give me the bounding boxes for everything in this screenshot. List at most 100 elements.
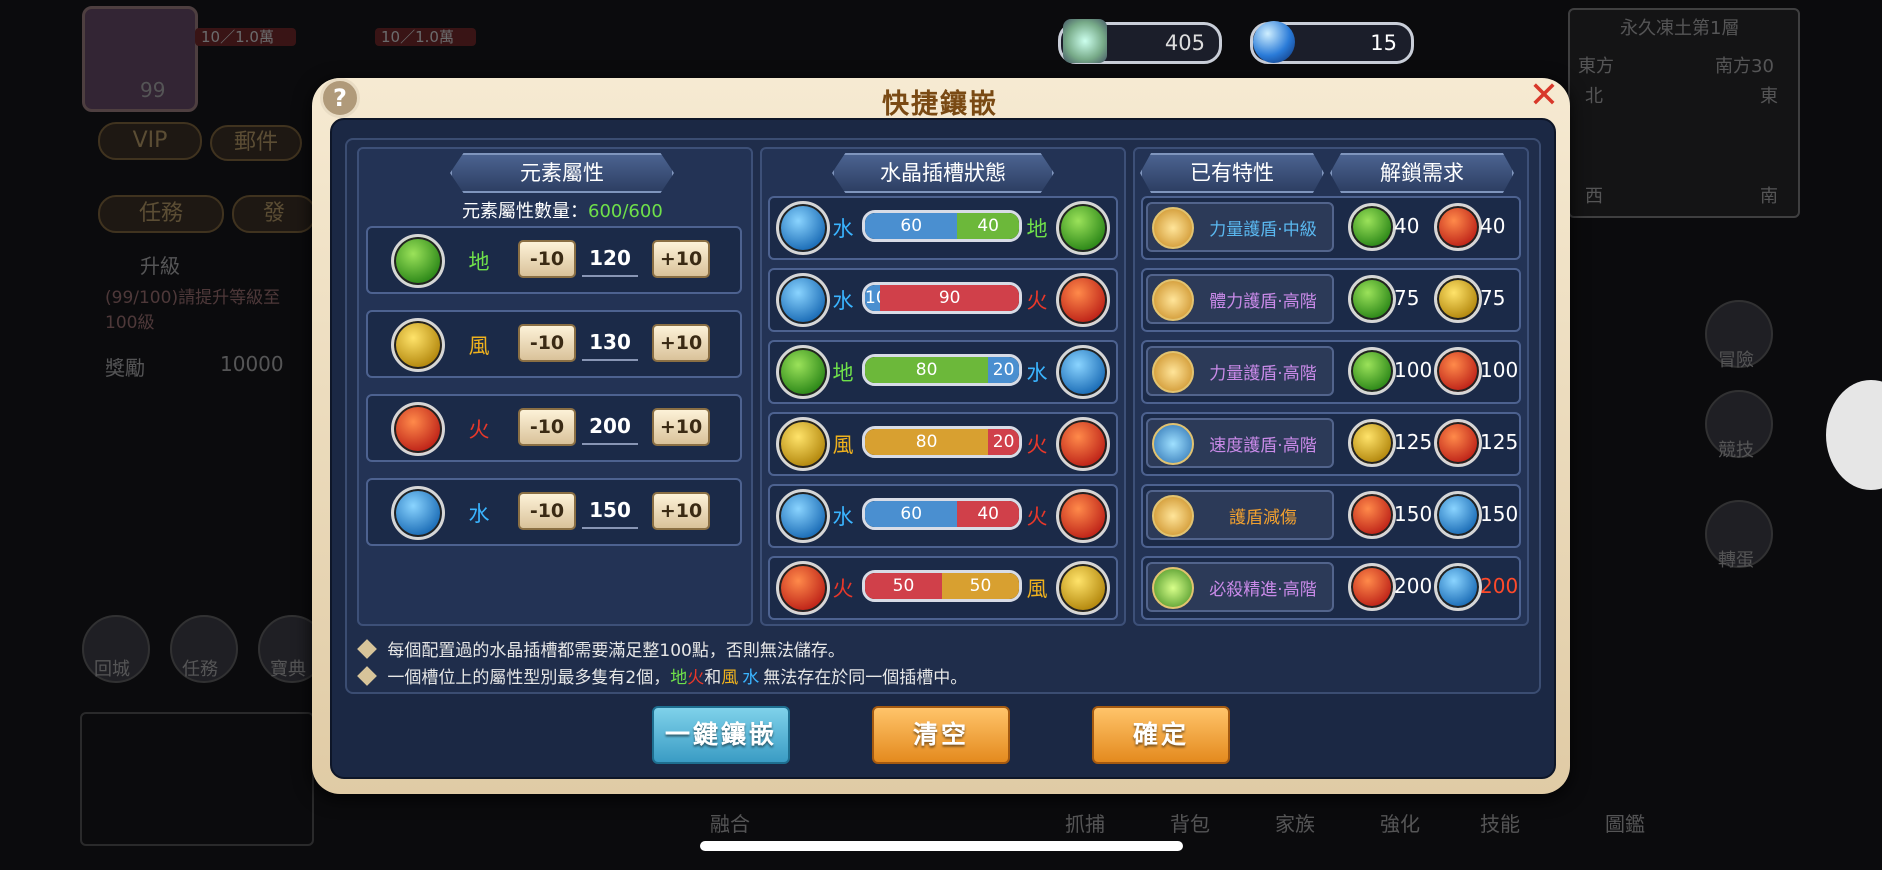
chat-box[interactable] bbox=[80, 712, 314, 846]
close-button[interactable]: ✕ bbox=[1528, 78, 1560, 114]
slot-right-label: 水 bbox=[1026, 361, 1048, 385]
confirm-button[interactable]: 確定 bbox=[1092, 706, 1230, 764]
slot-left-value: 10 bbox=[865, 285, 881, 311]
earth-element-icon bbox=[1348, 347, 1396, 395]
codex-label: 寶典 bbox=[270, 659, 306, 680]
minus-10-button[interactable]: -10 bbox=[518, 324, 576, 362]
fist-shield-icon bbox=[1152, 207, 1194, 249]
family-label[interactable]: 家族 bbox=[1275, 808, 1315, 837]
map-direction: 東方 bbox=[1578, 56, 1614, 77]
adventure-label: 冒險 bbox=[1718, 350, 1754, 371]
note-line-2: 一個槽位上的屬性型別最多隻有2個，地火和風水無法存在於同一個插槽中。 bbox=[357, 663, 968, 688]
fire-element-icon bbox=[1348, 491, 1396, 539]
earth-element-icon bbox=[776, 345, 830, 399]
requirement-value: 200 bbox=[1480, 574, 1519, 598]
earth-element-icon bbox=[1348, 203, 1396, 251]
slot-left-value: 80 bbox=[865, 357, 989, 383]
fire-element-icon bbox=[391, 402, 445, 456]
trait-name: 必殺精進·高階 bbox=[1209, 580, 1317, 600]
note-fire: 火 bbox=[687, 668, 705, 688]
slot-right-value: 50 bbox=[942, 573, 1019, 599]
crystal-value: 405 bbox=[1164, 31, 1205, 55]
fire-element-icon bbox=[1056, 417, 1110, 471]
water-element-icon bbox=[1434, 563, 1482, 611]
skill-label[interactable]: 技能 bbox=[1480, 808, 1520, 837]
minus-10-button[interactable]: -10 bbox=[518, 492, 576, 530]
fire-element-icon bbox=[1434, 203, 1482, 251]
quest-description: (99/100)請提升等級至100級 bbox=[105, 288, 281, 333]
help-button[interactable]: ? bbox=[320, 78, 360, 118]
slot-left-label: 水 bbox=[832, 217, 854, 241]
requirement-value: 150 bbox=[1394, 502, 1433, 526]
slot-right-label: 地 bbox=[1026, 217, 1048, 241]
requirement-value: 75 bbox=[1394, 286, 1420, 310]
crystal-counter: 405 bbox=[1058, 19, 1222, 64]
element-label: 風 bbox=[468, 334, 490, 358]
plus-10-button[interactable]: +10 bbox=[652, 492, 710, 530]
hp-bar: 10／1.0萬 bbox=[195, 28, 296, 46]
enhance-label[interactable]: 強化 bbox=[1380, 808, 1420, 837]
trait-name: 體力護盾·高階 bbox=[1209, 292, 1317, 312]
map-direction: 南 bbox=[1760, 186, 1778, 207]
atlas-label[interactable]: 圖鑑 bbox=[1605, 808, 1645, 837]
map-direction: 東 bbox=[1760, 86, 1778, 107]
water-element-icon bbox=[776, 489, 830, 543]
slot-right-label: 火 bbox=[1026, 289, 1048, 313]
mail-button[interactable]: 郵件 bbox=[210, 125, 302, 161]
note-wind: 風 bbox=[721, 668, 739, 688]
minimap-title: 永久凍土第1層 bbox=[1620, 18, 1740, 39]
slot-right-value: 20 bbox=[988, 357, 1019, 383]
note-text-2-end: 無法存在於同一個插槽中。 bbox=[763, 668, 968, 688]
fire-element-icon bbox=[776, 561, 830, 615]
fire-element-icon bbox=[1434, 347, 1482, 395]
tab-tasks[interactable]: 任務 bbox=[98, 195, 224, 233]
auto-inlay-button[interactable]: 一鍵鑲嵌 bbox=[652, 706, 790, 764]
trait-name: 力量護盾·中級 bbox=[1209, 220, 1317, 240]
capture-label[interactable]: 抓捕 bbox=[1065, 808, 1105, 837]
wind-element-icon bbox=[776, 417, 830, 471]
earth-element-icon bbox=[1056, 201, 1110, 255]
home-indicator[interactable] bbox=[700, 841, 1183, 851]
wind-element-icon bbox=[1056, 561, 1110, 615]
orb-counter: 15 bbox=[1250, 21, 1414, 64]
note-text-1: 每個配置過的水晶插槽都需要滿足整100點，否則無法儲存。 bbox=[387, 641, 845, 661]
map-direction: 西 bbox=[1585, 186, 1603, 207]
requirement-value: 125 bbox=[1394, 430, 1433, 454]
blue-orb-icon bbox=[1253, 21, 1295, 63]
minus-10-button[interactable]: -10 bbox=[518, 408, 576, 446]
note-line-1: 每個配置過的水晶插槽都需要滿足整100點，否則無法儲存。 bbox=[357, 636, 845, 661]
earth-element-icon bbox=[391, 234, 445, 288]
note-water: 水 bbox=[742, 668, 760, 688]
fire-element-icon bbox=[1348, 563, 1396, 611]
home-town-label: 回城 bbox=[94, 659, 130, 680]
slot-left-label: 水 bbox=[832, 505, 854, 529]
element-label: 水 bbox=[468, 502, 490, 526]
vip-button[interactable]: VIP bbox=[98, 122, 202, 160]
water-element-icon bbox=[391, 486, 445, 540]
fusion-label[interactable]: 融合 bbox=[710, 808, 750, 837]
trait-name: 護盾減傷 bbox=[1229, 508, 1297, 528]
plus-10-button[interactable]: +10 bbox=[652, 408, 710, 446]
slot-right-value: 40 bbox=[957, 213, 1019, 239]
slot-left-value: 80 bbox=[865, 429, 989, 455]
quest-label: 任務 bbox=[182, 659, 218, 680]
unlock-requirement-header: 解鎖需求 bbox=[1330, 153, 1514, 193]
plus-10-button[interactable]: +10 bbox=[652, 324, 710, 362]
slot-left-label: 火 bbox=[832, 577, 854, 601]
attribute-count-label: 元素屬性數量： bbox=[462, 201, 588, 222]
water-element-icon bbox=[776, 273, 830, 327]
attribute-value: 150 bbox=[582, 493, 638, 529]
minus-10-button[interactable]: -10 bbox=[518, 240, 576, 278]
slot-ratio-bar: 80 20 bbox=[862, 354, 1022, 386]
critical-icon bbox=[1152, 567, 1194, 609]
slot-ratio-bar: 50 50 bbox=[862, 570, 1022, 602]
crystal-slot-header: 水晶插槽狀態 bbox=[832, 153, 1054, 193]
plus-10-button[interactable]: +10 bbox=[652, 240, 710, 278]
note-bullet-icon bbox=[357, 666, 377, 686]
bag-label[interactable]: 背包 bbox=[1170, 808, 1210, 837]
clear-button[interactable]: 清空 bbox=[872, 706, 1010, 764]
requirement-value: 125 bbox=[1480, 430, 1519, 454]
tab-other[interactable]: 發 bbox=[232, 195, 316, 233]
reward-label: 獎勵 bbox=[105, 356, 145, 380]
orb-value: 15 bbox=[1370, 31, 1397, 55]
